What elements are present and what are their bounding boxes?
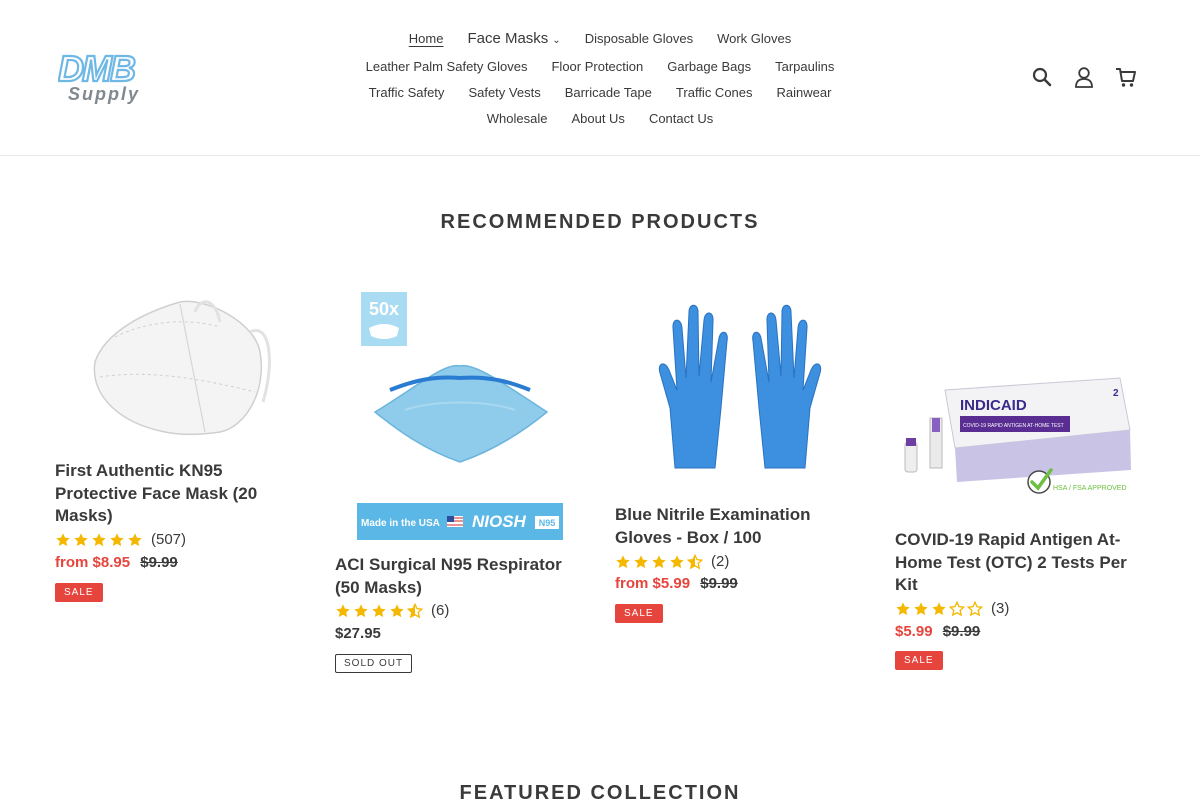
star-icon (634, 554, 648, 568)
sold-out-badge: SOLD OUT (335, 654, 413, 673)
nav-row-2: Leather Palm Safety Gloves Floor Protect… (340, 54, 860, 80)
regular-price: $27.95 (335, 625, 381, 642)
product-title[interactable]: Blue Nitrile Examination Gloves - Box / … (615, 504, 855, 549)
sale-badge: SALE (55, 583, 103, 602)
sale-price: $8.95 (92, 554, 131, 571)
star-half-icon (687, 553, 703, 569)
product-title[interactable]: First Authentic KN95 Protective Face Mas… (55, 460, 295, 528)
product-image-nitrile-gloves[interactable] (615, 298, 865, 470)
search-icon[interactable] (1030, 64, 1054, 90)
nav-item-barricade-tape[interactable]: Barricade Tape (565, 80, 652, 106)
star-icon (896, 601, 910, 615)
product-image-n95-respirator[interactable]: 50x Made in the USA NIOSH N95 (335, 290, 585, 542)
test-kit-subtitle: COVID-19 RAPID ANTIGEN AT-HOME TEST (963, 423, 1064, 429)
star-icon (56, 532, 70, 546)
nav-item-safety-vests[interactable]: Safety Vests (468, 80, 540, 106)
niosh-label: NIOSH (472, 512, 527, 531)
compare-price: $9.99 (942, 623, 981, 640)
nav-item-leather-palm-safety-gloves[interactable]: Leather Palm Safety Gloves (366, 54, 528, 80)
star-icon (92, 532, 106, 546)
site-header: DMB Supply Home Face Masks ⌄ Disposable G… (0, 0, 1200, 156)
nav-item-contact-us[interactable]: Contact Us (649, 106, 713, 132)
pack-count-label: 50x (369, 299, 399, 319)
product-title[interactable]: ACI Surgical N95 Respirator (50 Masks) (335, 554, 575, 599)
star-half-icon (407, 602, 423, 618)
star-icon (652, 554, 666, 568)
product-price: from $5.99 $9.99 (615, 575, 738, 592)
nav-item-traffic-safety[interactable]: Traffic Safety (369, 80, 445, 106)
site-logo[interactable]: DMB Supply (57, 47, 158, 106)
review-count: (2) (711, 553, 730, 570)
nav-row-1: Home Face Masks ⌄ Disposable Gloves Work … (340, 26, 860, 54)
sale-price: $5.99 (652, 575, 691, 592)
star-icon (354, 603, 368, 617)
nav-item-face-masks-label: Face Masks (467, 30, 549, 47)
star-icon (110, 532, 124, 546)
account-icon[interactable] (1072, 64, 1096, 90)
star-icon (336, 603, 350, 617)
product-rating: (3) (895, 600, 1009, 617)
product-price: $27.95 (335, 625, 381, 642)
star-icon (74, 532, 88, 546)
nav-item-home[interactable]: Home (409, 26, 444, 54)
hsa-fsa-approved-label: HSA / FSA APPROVED (1053, 485, 1127, 492)
sale-price: $5.99 (895, 623, 933, 640)
nav-item-wholesale[interactable]: Wholesale (487, 106, 548, 132)
star-icon (932, 601, 946, 615)
nav-item-face-masks[interactable]: Face Masks ⌄ (467, 26, 560, 54)
nav-item-floor-protection[interactable]: Floor Protection (551, 54, 643, 80)
sale-badge: SALE (615, 604, 663, 623)
review-count: (6) (431, 602, 450, 619)
review-count: (507) (151, 531, 187, 548)
main-navigation: Home Face Masks ⌄ Disposable Gloves Work … (340, 26, 860, 132)
star-icon (914, 601, 928, 615)
product-price: $5.99 $9.99 (895, 623, 980, 640)
nav-item-disposable-gloves[interactable]: Disposable Gloves (585, 26, 693, 54)
star-empty-icon (967, 600, 983, 616)
product-image-kn95-mask[interactable] (55, 292, 305, 442)
product-rating: (2) (615, 553, 729, 570)
compare-price: $9.99 (700, 575, 738, 592)
nav-item-rainwear[interactable]: Rainwear (777, 80, 832, 106)
recommended-products-heading: RECOMMENDED PRODUCTS (440, 211, 760, 233)
nav-item-work-gloves[interactable]: Work Gloves (717, 26, 791, 54)
compare-price: $9.99 (140, 554, 178, 571)
n95-label: N95 (539, 518, 556, 528)
product-rating: (507) (55, 531, 186, 548)
product-title[interactable]: COVID-19 Rapid Antigen At-Home Test (OTC… (895, 529, 1135, 597)
star-icon (128, 532, 142, 546)
made-in-usa-label: Made in the USA (361, 518, 440, 529)
nav-item-garbage-bags[interactable]: Garbage Bags (667, 54, 751, 80)
sale-badge: SALE (895, 651, 943, 670)
nav-row-3: Traffic Safety Safety Vests Barricade Ta… (340, 80, 860, 106)
price-prefix: from (55, 554, 89, 571)
logo-subtitle: Supply (68, 84, 140, 104)
star-icon (616, 554, 630, 568)
price-prefix: from (615, 575, 649, 592)
nav-item-about-us[interactable]: About Us (571, 106, 624, 132)
kit-count-label: 2 (1113, 388, 1119, 399)
star-empty-icon (949, 600, 965, 616)
star-icon (390, 603, 404, 617)
product-image-covid-test-kit[interactable]: INDICAID COVID-19 RAPID ANTIGEN AT-HOME … (895, 370, 1145, 500)
product-rating: (6) (335, 602, 449, 619)
nav-row-4: Wholesale About Us Contact Us (340, 106, 860, 132)
review-count: (3) (991, 600, 1010, 617)
featured-collection-heading: FEATURED COLLECTION (459, 782, 741, 800)
product-price: from $8.95 $9.99 (55, 554, 178, 571)
nav-item-tarpaulins[interactable]: Tarpaulins (775, 54, 834, 80)
star-icon (372, 603, 386, 617)
star-icon (670, 554, 684, 568)
cart-icon[interactable] (1114, 64, 1138, 90)
nav-item-traffic-cones[interactable]: Traffic Cones (676, 80, 753, 106)
chevron-down-icon: ⌄ (552, 35, 561, 46)
indicaid-brand-label: INDICAID (960, 397, 1027, 414)
header-actions (1030, 64, 1138, 90)
